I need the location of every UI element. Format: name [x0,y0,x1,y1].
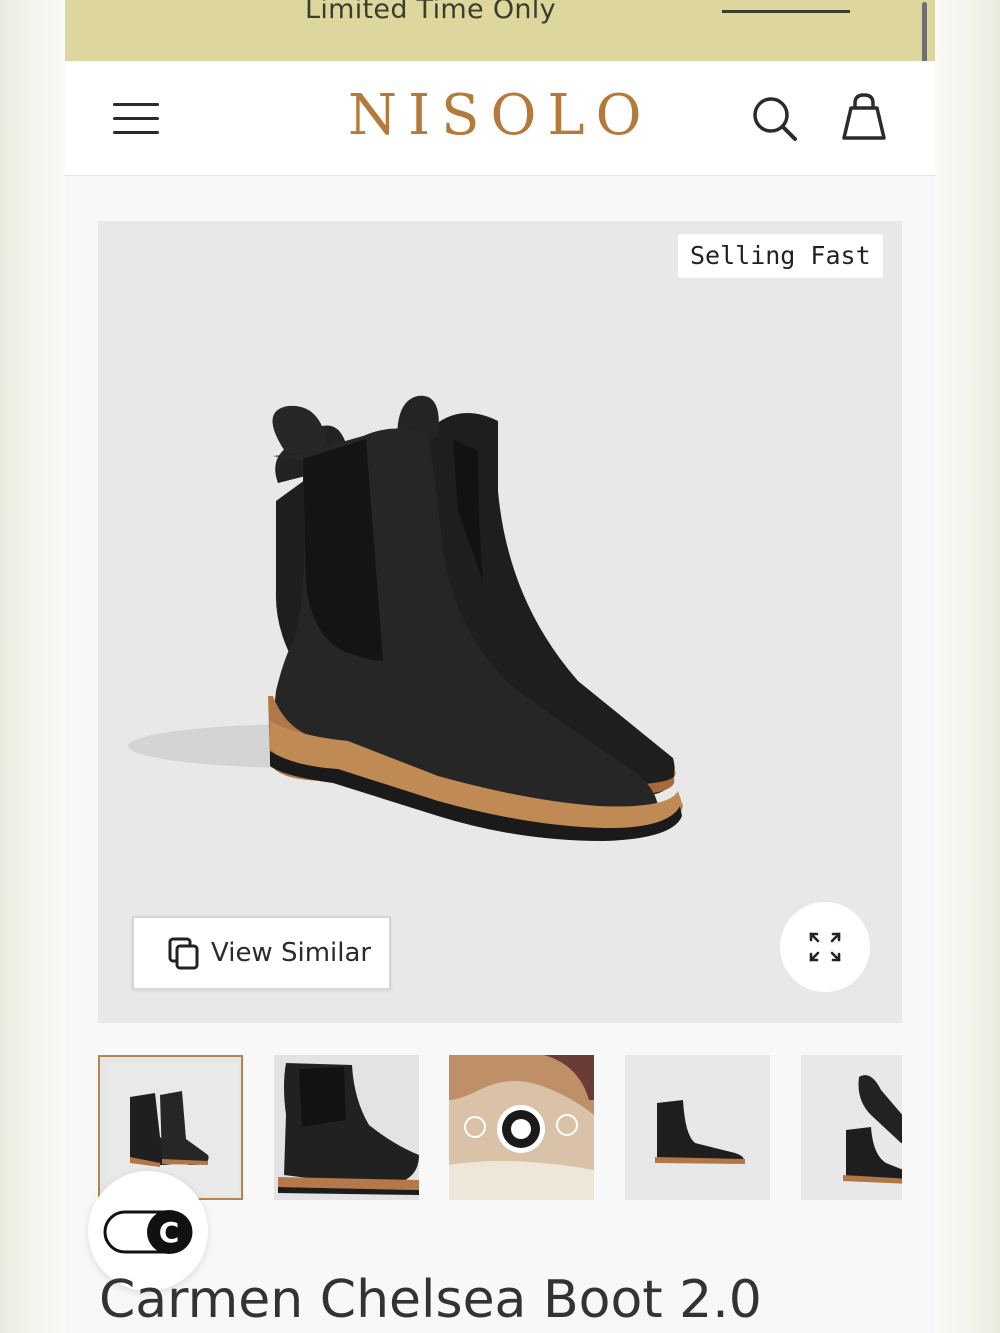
thumbnail-boots-top-view[interactable] [801,1055,902,1200]
thumbnail-strip[interactable] [98,1055,902,1200]
promo-text: Limited Time Only [305,0,556,25]
thumbnail-leather-working-group-certified[interactable] [449,1055,594,1200]
svg-text:C: C [159,1216,180,1249]
copy-icon [168,937,199,970]
expand-icon [809,932,841,962]
view-similar-label: View Similar [211,938,372,968]
product-title: Carmen Chelsea Boot 2.0 [99,1270,762,1330]
promo-banner[interactable]: Limited Time Only [65,0,935,61]
product-page: Limited Time Only NISOLO Selling Fast Vi… [65,0,935,1333]
thumbnail-boot-single-side[interactable] [625,1055,770,1200]
expand-button[interactable] [780,902,870,992]
bag-icon[interactable] [840,91,888,143]
selling-fast-badge: Selling Fast [678,234,883,278]
thumbnail-boot-side-closeup[interactable] [274,1055,419,1200]
brand-logo[interactable]: NISOLO [348,83,653,148]
promo-link[interactable] [722,10,850,13]
search-icon[interactable] [751,95,799,143]
menu-icon[interactable] [113,101,161,135]
product-image-main[interactable]: Selling Fast View Similar [98,221,902,1023]
view-similar-button[interactable]: View Similar [132,916,391,990]
site-header: NISOLO [65,61,935,176]
